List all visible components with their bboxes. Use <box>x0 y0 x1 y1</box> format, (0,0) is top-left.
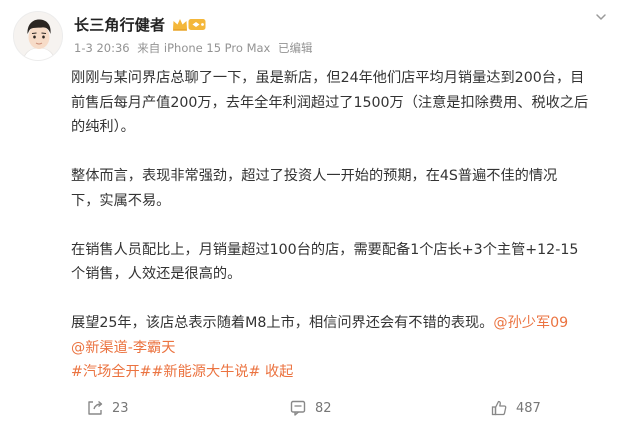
comment-button[interactable]: 82 <box>289 399 332 417</box>
chevron-down-icon[interactable] <box>590 6 612 28</box>
comment-icon <box>290 400 306 416</box>
text-line: 刚刚与某问界店总聊了一下，虽是新店，但24年他们店平均月销量达到200台，目 <box>71 70 585 86</box>
crown-badge-icon[interactable] <box>171 16 207 32</box>
text-line: 下，实属不易。 <box>71 192 171 209</box>
post-content: 刚刚与某问界店总聊了一下，虽是新店，但24年他们店平均月销量达到200台，目 前… <box>71 66 611 385</box>
text-line: 展望25年，该店总表示随着M8上市，相信问界还会有不错的表现。 <box>71 315 494 331</box>
text-line: 的纯利）。 <box>71 119 135 135</box>
like-count: 487 <box>516 400 541 416</box>
paragraph-1: 刚刚与某问界店总聊了一下，虽是新店，但24年他们店平均月销量达到200台，目 前… <box>71 66 611 140</box>
share-count: 23 <box>112 400 129 416</box>
weibo-post: 长三角行健者 1-3 20:36 来自 iPhone 15 Pro Max 已编… <box>0 0 620 424</box>
mention-link[interactable]: @孙少军09 <box>493 315 568 331</box>
like-button[interactable]: 487 <box>490 399 541 417</box>
topic-link[interactable]: #汽场全开# <box>71 364 152 380</box>
share-icon <box>88 400 103 415</box>
post-source: 来自 iPhone 15 Pro Max <box>137 41 271 55</box>
post-header: 长三角行健者 1-3 20:36 来自 iPhone 15 Pro Max 已编… <box>74 12 317 56</box>
text-line: 前售后每月产值200万，去年全年利润超过了1500万（注意是扣除费用、税收之后 <box>71 94 589 111</box>
text-line: 个销售，人效还是很高的。 <box>71 266 242 282</box>
author-name[interactable]: 长三角行健者 <box>74 14 165 35</box>
paragraph-3: 在销售人员配比上，月销量超过100台的店，需要配备1个店长+3个主管+12-15… <box>71 238 611 287</box>
text-line: 整体而言，表现非常强劲，超过了投资人一开始的预期，在4S普遍不佳的情况 <box>71 168 558 184</box>
thumbs-up-icon <box>491 400 507 416</box>
paragraph-4: 展望25年，该店总表示随着M8上市，相信问界还会有不错的表现。@孙少军09 @新… <box>71 311 611 385</box>
avatar[interactable] <box>13 11 63 61</box>
paragraph-2: 整体而言，表现非常强劲，超过了投资人一开始的预期，在4S普遍不佳的情况 下，实属… <box>71 164 611 213</box>
text-line: 在销售人员配比上，月销量超过100台的店，需要配备1个店长+3个主管+12-15 <box>71 241 579 258</box>
topic-link[interactable]: #新能源大牛说# <box>152 364 261 380</box>
post-meta: 1-3 20:36 来自 iPhone 15 Pro Max 已编辑 <box>74 40 317 56</box>
author-row: 长三角行健者 <box>74 12 317 36</box>
edited-label[interactable]: 已编辑 <box>278 41 313 55</box>
mention-link[interactable]: @新渠道-李霸天 <box>71 340 175 356</box>
avatar-portrait-icon <box>14 12 62 60</box>
action-bar: 23 82 487 <box>0 394 620 422</box>
collapse-link[interactable]: 收起 <box>265 364 293 380</box>
comment-count: 82 <box>315 400 332 416</box>
share-button[interactable]: 23 <box>86 399 129 417</box>
post-time[interactable]: 1-3 20:36 <box>74 41 130 55</box>
